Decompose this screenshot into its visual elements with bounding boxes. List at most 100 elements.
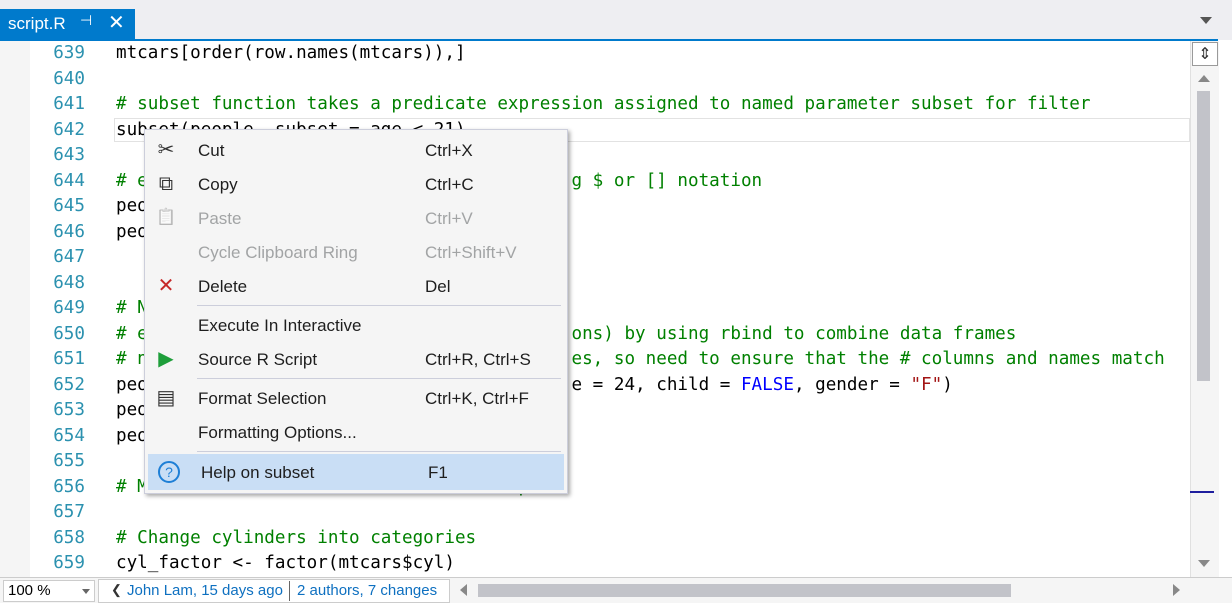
tab-script-r[interactable]: script.R ⊣ ✕ xyxy=(0,9,135,40)
code-token: peo xyxy=(116,400,148,420)
menu-item-execute-in-interactive[interactable]: Execute In Interactive xyxy=(146,308,566,342)
scroll-up-icon[interactable] xyxy=(1198,75,1210,82)
menu-item-shortcut: Ctrl+R, Ctrl+S xyxy=(425,350,531,369)
scroll-down-icon[interactable] xyxy=(1198,560,1210,567)
menu-item-label: Execute In Interactive xyxy=(198,316,362,335)
menu-item-paste: 📋 Paste Ctrl+V xyxy=(146,201,566,235)
chevron-left-icon[interactable]: ❮ xyxy=(111,582,122,598)
line-number: 645 xyxy=(53,196,85,216)
line-number: 652 xyxy=(53,374,85,395)
line-number: 642 xyxy=(53,119,85,140)
line-number: 653 xyxy=(53,400,85,420)
context-menu: ✂ Cut Ctrl+X ⧉ Copy Ctrl+C 📋 Paste Ctrl+V Cycle C… xyxy=(144,129,568,494)
menu-item-copy[interactable]: ⧉ Copy Ctrl+C xyxy=(146,167,566,201)
menu-separator xyxy=(197,305,561,306)
code-text: # N xyxy=(116,296,148,321)
chevron-down-icon xyxy=(82,589,90,594)
tab-dropdown-icon[interactable] xyxy=(1200,17,1212,24)
menu-item-label: Formatting Options... xyxy=(198,423,357,442)
code-token: # n xyxy=(116,349,148,369)
blame-author-link[interactable]: John Lam, 15 days ago xyxy=(127,582,283,599)
menu-item-shortcut: Ctrl+V xyxy=(425,209,473,228)
menu-item-cut[interactable]: ✂ Cut Ctrl+X xyxy=(146,133,566,167)
code-token: e = 24, child = xyxy=(571,374,741,395)
help-icon: ? xyxy=(158,461,180,483)
code-token: peo xyxy=(116,425,148,446)
code-text: mtcars[order(row.names(mtcars)),] xyxy=(116,41,466,66)
line-number: 639 xyxy=(53,43,85,63)
menu-item-format-selection[interactable]: ▤ Format Selection Ctrl+K, Ctrl+F xyxy=(146,381,566,415)
code-token: peo xyxy=(116,196,148,216)
tab-title: script.R xyxy=(8,14,66,33)
code-token: g $ or [] notation xyxy=(571,170,763,191)
menu-item-label: Delete xyxy=(198,277,248,296)
blame-changes-link[interactable]: 2 authors, 7 changes xyxy=(297,582,437,599)
menu-item-label: Cut xyxy=(198,141,225,160)
line-number: 648 xyxy=(53,272,85,293)
vertical-scroll-thumb[interactable] xyxy=(1197,91,1210,381)
code-text: cyl_factor <- factor(mtcars$cyl) xyxy=(116,551,455,576)
zoom-select[interactable]: 100 % xyxy=(3,580,95,602)
zoom-value: 100 % xyxy=(8,582,51,599)
line-number: 651 xyxy=(53,349,85,369)
code-text: # Change cylinders into categories xyxy=(116,526,476,551)
line-number: 650 xyxy=(53,323,85,344)
git-blame-info[interactable]: ❮ John Lam, 15 days ago 2 authors, 7 cha… xyxy=(98,579,450,603)
line-number: 649 xyxy=(53,298,85,318)
tab-bar: script.R ⊣ ✕ xyxy=(0,0,1232,40)
code-line[interactable]: 640 xyxy=(0,67,1190,92)
scroll-right-icon[interactable] xyxy=(1173,584,1180,596)
code-token: # Change cylinders into categories xyxy=(116,527,477,548)
menu-item-help-on-subset[interactable]: ? Help on subset F1 xyxy=(148,454,564,490)
code-token: mtcars[order(row.names(mtcars)),] xyxy=(116,43,466,63)
menu-item-shortcut: Del xyxy=(425,277,451,296)
paste-icon: 📋 xyxy=(156,209,176,226)
menu-item-shortcut: Ctrl+X xyxy=(425,141,473,160)
code-line[interactable]: 658 # Change cylinders into categories xyxy=(0,526,1190,551)
close-icon[interactable]: ✕ xyxy=(108,10,125,34)
code-line[interactable]: 641 # subset function takes a predicate e… xyxy=(0,92,1190,117)
menu-item-source-r-script[interactable]: ▶ Source R Script Ctrl+R, Ctrl+S xyxy=(146,342,566,376)
code-text: peo xyxy=(116,424,148,449)
menu-separator xyxy=(197,451,561,452)
code-text: # subset function takes a predicate expr… xyxy=(116,92,1091,117)
divider xyxy=(289,581,290,601)
code-text: peo xyxy=(116,220,148,245)
scroll-position-marker xyxy=(1190,491,1214,493)
code-line[interactable]: 659 cyl_factor <- factor(mtcars$cyl) xyxy=(0,551,1190,576)
menu-item-label: Help on subset xyxy=(201,463,315,482)
play-icon: ▶ xyxy=(158,348,174,370)
line-number: 659 xyxy=(53,553,85,573)
code-line[interactable]: 657 xyxy=(0,500,1190,525)
code-line[interactable]: 639 mtcars[order(row.names(mtcars)),] xyxy=(0,41,1190,66)
code-token: cyl_factor <- factor(mtcars$cyl) xyxy=(116,553,455,573)
code-text: peo xyxy=(116,194,148,219)
horizontal-scroll-thumb[interactable] xyxy=(478,584,1011,597)
format-document-icon: ▤ xyxy=(156,387,176,409)
menu-item-delete[interactable]: ✕ Delete Del xyxy=(146,269,566,303)
code-token: , gender = xyxy=(793,374,911,395)
split-editor-button[interactable]: ⇕ xyxy=(1192,42,1218,66)
code-text: peo xyxy=(116,398,148,423)
line-number: 641 xyxy=(53,94,85,114)
scroll-left-icon[interactable] xyxy=(460,584,467,596)
menu-item-label: Format Selection xyxy=(198,389,327,408)
code-token: # subset function takes a predicate expr… xyxy=(116,94,1091,114)
code-token: peo xyxy=(116,221,148,242)
line-number: 646 xyxy=(53,221,85,242)
menu-separator xyxy=(197,378,561,379)
code-token: ) xyxy=(942,374,953,395)
menu-item-label: Paste xyxy=(198,209,242,228)
code-token: FALSE xyxy=(740,374,794,395)
menu-item-formatting-options[interactable]: Formatting Options... xyxy=(146,415,566,449)
code-token: ons) by using rbind to combine data fram… xyxy=(571,323,1017,344)
code-token: "F" xyxy=(910,374,943,395)
code-token: # e xyxy=(116,170,148,191)
menu-item-shortcut: Ctrl+C xyxy=(425,175,474,194)
code-token: # M xyxy=(116,476,148,497)
menu-item-shortcut: Ctrl+K, Ctrl+F xyxy=(425,389,529,408)
pin-icon[interactable]: ⊣ xyxy=(80,13,92,29)
code-token: es, so need to ensure that the # columns… xyxy=(571,349,1165,369)
menu-item-shortcut: F1 xyxy=(428,463,448,482)
menu-item-label: Source R Script xyxy=(198,350,318,369)
